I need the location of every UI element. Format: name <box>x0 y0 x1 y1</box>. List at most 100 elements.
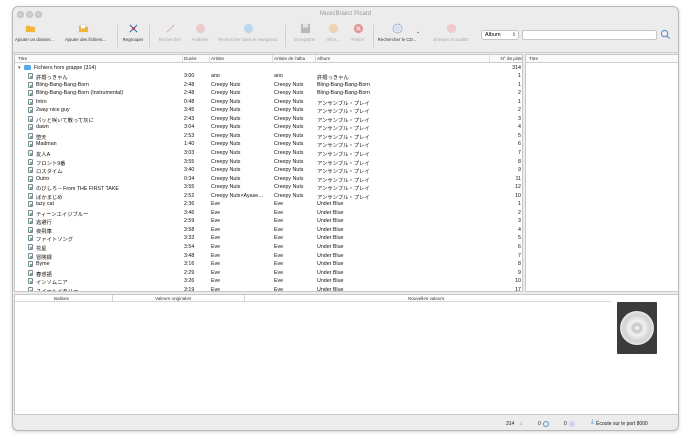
col-artist[interactable]: Artiste <box>211 56 224 61</box>
file-track-number: 11 <box>515 175 522 182</box>
file-album: Under Blue <box>317 209 344 216</box>
col-length[interactable]: Durée <box>184 56 197 61</box>
file-album-artist: Eve <box>274 286 284 292</box>
file-artist: Eve <box>211 269 221 276</box>
file-row[interactable]: インソムニア 3:26 Eve Eve Under Blue 10 <box>15 277 522 286</box>
cluster-button[interactable]: Regrouper <box>121 23 145 42</box>
file-track-number: 3 <box>518 218 521 225</box>
network-icon <box>569 421 575 427</box>
file-album-artist: Creepy Nuts <box>274 184 304 191</box>
lookup-cd-dropdown[interactable]: ⌄ <box>416 29 420 35</box>
file-row[interactable]: 2way nice guy 3:45 Creepy Nuts Creepy Nuts ア… <box>15 106 522 115</box>
file-track-number: 17 <box>515 286 521 292</box>
file-row[interactable]: Outro 0:34 Creepy Nuts Creepy Nuts アンサンブル・プレ… <box>15 175 522 184</box>
file-row[interactable]: Madman 1:40 Creepy Nuts Creepy Nuts アンサンブル・プ… <box>15 140 522 149</box>
file-artist: Eve <box>211 235 221 242</box>
chevron-down-icon: ⌄ <box>416 29 421 35</box>
save-button[interactable]: Enregistrer <box>289 23 321 42</box>
search-input[interactable] <box>522 30 657 40</box>
file-album-artist: Creepy Nuts <box>274 175 304 182</box>
zoom-window-button[interactable] <box>35 11 42 18</box>
col-track-number[interactable]: N° de piste <box>491 56 522 61</box>
file-album: Under Blue <box>317 226 344 233</box>
search-mode-select[interactable]: Album ⇕ <box>481 30 519 40</box>
file-title: Madman <box>36 141 57 148</box>
file-row[interactable]: ティーンエイジブルー 3:46 Eve Eve Under Blue 2 <box>15 209 522 218</box>
col-new-values[interactable]: Nouvelles valeurs <box>408 296 444 301</box>
file-row[interactable]: lazy cat 2:36 Eve Eve Under Blue 1 <box>15 200 522 209</box>
remove-icon <box>353 23 363 34</box>
file-row[interactable]: フロント9番 3:55 Creepy Nuts Creepy Nuts アンサンブル・プ… <box>15 158 522 167</box>
music-file-icon <box>28 278 33 285</box>
search-icon[interactable] <box>660 29 671 40</box>
music-file-icon <box>28 158 33 165</box>
file-row[interactable]: Bling-Bang-Bang-Born (Instrumental) 2:48 C… <box>15 89 522 98</box>
file-row[interactable]: パッと咲いて散って灰に 2:43 Creepy Nuts Creepy Nuts アンサ… <box>15 115 522 124</box>
scan-button[interactable]: Analyser <box>187 23 213 42</box>
remove-button[interactable]: Retirer <box>347 23 369 42</box>
file-artist: Creepy Nuts×Ayase… <box>211 192 264 199</box>
file-length: 3:45 <box>184 107 195 114</box>
browser-lookup-button[interactable]: Rechercher dans le navigateur <box>217 23 279 42</box>
file-row[interactable]: のびしろ – From THE FIRST TAKE 3:55 Creepy Nut… <box>15 183 522 192</box>
file-length: 2:52 <box>184 192 195 199</box>
lookup-cd-button[interactable]: Rechercher le CD... <box>376 23 418 42</box>
file-artist: Creepy Nuts <box>211 98 241 105</box>
file-row[interactable]: Byme 3:16 Eve Eve Under Blue 8 <box>15 260 522 269</box>
file-track-number: 5 <box>518 132 521 139</box>
col-title[interactable]: Titre <box>18 56 27 61</box>
file-row[interactable]: 夜飛車 3:58 Eve Eve Under Blue 4 <box>15 226 522 235</box>
file-row[interactable]: 冒険録 3:48 Eve Eve Under Blue 7 <box>15 252 522 261</box>
file-album-artist: Creepy Nuts <box>274 124 304 131</box>
file-artist: Eve <box>211 252 221 259</box>
add-folder-button[interactable]: Ajouter un dossier... <box>15 23 54 42</box>
file-row[interactable]: 逃避行 2:59 Eve Eve Under Blue 3 <box>15 217 522 226</box>
info-button[interactable]: Infos... <box>323 23 343 42</box>
file-row[interactable]: ロスタイム 3:40 Creepy Nuts Creepy Nuts アンサンブル・プレ… <box>15 166 522 175</box>
chevron-down-icon[interactable]: ▾ <box>18 65 21 71</box>
file-row[interactable]: Intro 0:48 Creepy Nuts Creepy Nuts アンサンブル・プレ… <box>15 98 522 107</box>
file-row[interactable]: ファイトソング 3:33 Eve Eve Under Blue 5 <box>15 234 522 243</box>
file-row[interactable]: スイートメモリー 3:19 Eve Eve Under Blue 17 <box>15 286 522 292</box>
file-album-artist: Creepy Nuts <box>274 141 304 148</box>
file-artist: Eve <box>211 226 221 233</box>
music-file-icon <box>28 107 33 114</box>
col-right-title[interactable]: Titre <box>529 56 538 61</box>
file-title: Outro <box>36 175 50 182</box>
download-icon: ⤓ <box>591 419 594 425</box>
file-row[interactable]: Bling-Bang-Bang-Born 2:48 Creepy Nuts Creep… <box>15 81 522 90</box>
file-artist: Eve <box>211 218 221 225</box>
column-divider <box>209 55 210 63</box>
file-track-number: 4 <box>518 124 521 131</box>
file-album-artist: Creepy Nuts <box>274 98 304 105</box>
file-length: 2:53 <box>184 132 195 139</box>
cd-icon <box>392 23 402 34</box>
music-file-icon <box>28 115 33 122</box>
file-album-artist: Eve <box>274 201 284 208</box>
file-row[interactable]: 許婚っきゃん 3:00 ano ano 許婚っきゃん 1 <box>15 72 522 81</box>
file-artist: Creepy Nuts <box>211 115 241 122</box>
close-window-button[interactable] <box>17 11 24 18</box>
minimize-window-button[interactable] <box>26 11 33 18</box>
file-artist: Creepy Nuts <box>211 149 241 156</box>
col-original-values[interactable]: Valeurs originales <box>155 296 191 301</box>
cluster-row[interactable]: ▾ Fichiers hors grappe (314) 314 <box>15 64 522 73</box>
file-row[interactable]: dawn 3:04 Creepy Nuts Creepy Nuts アンサンブル・プレイ… <box>15 123 522 132</box>
file-length: 2:48 <box>184 81 195 88</box>
file-row[interactable]: 堕天 2:53 Creepy Nuts Creepy Nuts アンサンブル・プレイ 5 <box>15 132 522 141</box>
file-album-artist: Eve <box>274 261 284 268</box>
file-row[interactable]: 花星 3:54 Eve Eve Under Blue 6 <box>15 243 522 252</box>
cover-art[interactable] <box>617 302 657 354</box>
col-album-artist[interactable]: Artiste de l'albu <box>274 56 314 61</box>
file-row[interactable]: 友人A 3:03 Creepy Nuts Creepy Nuts アンサンブル・プレイ 7 <box>15 149 522 158</box>
col-tag[interactable]: Balises <box>54 296 69 301</box>
col-album[interactable]: Album <box>317 56 330 61</box>
column-divider <box>315 55 316 63</box>
file-row[interactable]: 春惑語 2:29 Eve Eve Under Blue 9 <box>15 269 522 278</box>
submit-acoustid-button[interactable]: Envoyer AcoustID <box>431 23 471 42</box>
file-artist: Creepy Nuts <box>211 81 241 88</box>
file-artist: Creepy Nuts <box>211 175 241 182</box>
lookup-button[interactable]: Rechercher <box>155 23 185 42</box>
add-files-button[interactable]: Ajouter des fichiers... <box>65 23 106 42</box>
file-row[interactable]: ばかまじめ 2:52 Creepy Nuts×Ayase… Creepy Nuts アン… <box>15 192 522 201</box>
